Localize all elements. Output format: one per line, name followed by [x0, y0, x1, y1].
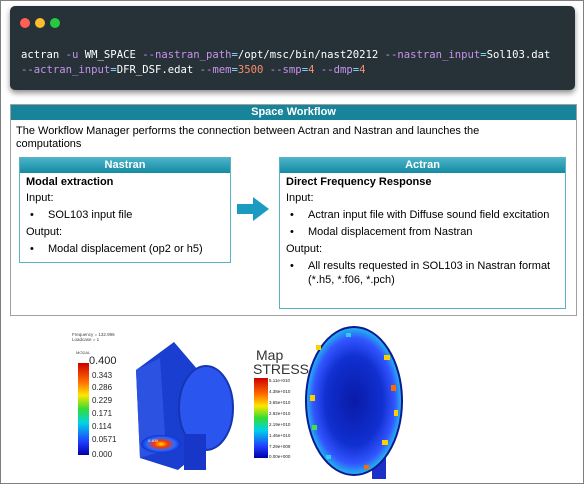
minimize-window-dot-icon[interactable]: [35, 18, 45, 28]
flag-actran-input: --actran_input: [21, 64, 111, 76]
flag-mem: --mem: [199, 64, 232, 76]
legend-tick: 0.0571: [92, 435, 117, 444]
actran-output-item: All results requested in SOL103 in Nastr…: [308, 260, 551, 286]
command-line: actran -u WM_SPACE --nastran_path=/opt/m…: [21, 48, 550, 78]
legend-tick: 0.114: [92, 422, 112, 431]
nastran-panel-header: Nastran: [20, 158, 230, 173]
bullet-icon: •: [290, 260, 294, 272]
stress-tick: 3.65e+010: [269, 400, 291, 405]
list-item: • Modal displacement (op2 or h5): [26, 242, 230, 256]
loadcase-label: Loadcase = 1: [72, 337, 100, 342]
flag-nastran-path: --nastran_path: [142, 49, 232, 61]
actran-step-title: Direct Frequency Response: [286, 176, 432, 188]
legend-max: 0.400: [89, 355, 117, 367]
close-window-dot-icon[interactable]: [20, 18, 30, 28]
actran-panel-header: Actran: [280, 158, 565, 173]
nastran-output-label: Output:: [26, 226, 63, 238]
legend-tick: 0.171: [92, 409, 113, 418]
nastran-input-label: Input:: [26, 192, 54, 204]
right-arrow-icon: [237, 197, 269, 221]
flag-u: -u: [65, 49, 79, 61]
workflow-title: Space Workflow: [11, 105, 576, 120]
list-item: • All results requested in SOL103 in Nas…: [286, 259, 565, 287]
max-marker: 0.400: [148, 438, 159, 443]
modal-displacement-plot: Frequency = 132.996 Loadcase = 1 MODAL 0…: [72, 332, 234, 470]
nastran-panel: Nastran Modal extraction Input: • SOL103…: [19, 157, 231, 263]
terminal-window: actran -u WM_SPACE --nastran_path=/opt/m…: [10, 6, 575, 90]
bullet-icon: •: [290, 226, 294, 238]
flag-nastran-input: --nastran_input: [384, 49, 481, 61]
color-legend-bar: [78, 363, 89, 455]
list-item: • SOL103 input file: [26, 208, 230, 222]
list-item: • Actran input file with Diffuse sound f…: [286, 208, 565, 222]
maximize-window-dot-icon[interactable]: [50, 18, 60, 28]
stress-color-bar: [254, 378, 268, 458]
command-name: actran: [21, 49, 66, 61]
stress-disk-plot: [305, 326, 403, 479]
stress-tick: 1.46e+010: [269, 433, 291, 438]
stress-tick: 0.00e+000: [269, 454, 291, 459]
actran-panel: Actran Direct Frequency Response Input: …: [279, 157, 566, 309]
max-displacement-spot: [141, 435, 181, 453]
nastran-step-title: Modal extraction: [26, 176, 114, 188]
legend-tick: 0.343: [92, 371, 113, 380]
actran-output-label: Output:: [286, 243, 323, 255]
legend-tick: 0.286: [92, 383, 113, 392]
bullet-icon: •: [30, 209, 34, 221]
actran-input-label: Input:: [286, 192, 314, 204]
legend-tick: 0.229: [92, 396, 113, 405]
legend-tick: 0.000: [92, 450, 113, 459]
actran-input-item: Modal displacement from Nastran: [308, 226, 473, 238]
value-nastran-path: /opt/msc/bin/nast20212: [237, 49, 385, 61]
workflow-description: The Workflow Manager performs the connec…: [16, 125, 480, 150]
stress-tick: 7.29e+009: [269, 444, 291, 449]
value-dmp: 4: [359, 64, 366, 76]
stress-legend-ticks: 5.11e+010 4.38e+010 3.65e+010 2.92e+010 …: [269, 378, 291, 459]
value-nastran-input: Sol103.dat: [486, 49, 551, 61]
structure-base: [184, 434, 206, 470]
list-item: • Modal displacement from Nastran: [286, 225, 565, 239]
arg-workflow: WM_SPACE: [78, 49, 143, 61]
nastran-input-item: SOL103 input file: [48, 209, 133, 221]
flag-smp: --smp: [269, 64, 302, 76]
value-actran-input: DFR_DSF.edat: [116, 64, 200, 76]
stress-tick: 2.92e+010: [269, 411, 291, 416]
value-mem: 3500: [237, 64, 264, 76]
stress-tick: 5.11e+010: [269, 378, 291, 383]
nastran-output-item: Modal displacement (op2 or h5): [48, 243, 203, 255]
flag-dmp: --dmp: [320, 64, 353, 76]
actran-input-item: Actran input file with Diffuse sound fie…: [308, 209, 550, 221]
bullet-icon: •: [30, 243, 34, 255]
legend-ticks: 0.343 0.286 0.229 0.171 0.114 0.0571 0.0…: [92, 371, 117, 459]
space-workflow-box: Space Workflow The Workflow Manager perf…: [10, 104, 577, 316]
bullet-icon: •: [290, 209, 294, 221]
stress-tick: 2.19e+010: [269, 422, 291, 427]
stress-tick: 4.38e+010: [269, 389, 291, 394]
